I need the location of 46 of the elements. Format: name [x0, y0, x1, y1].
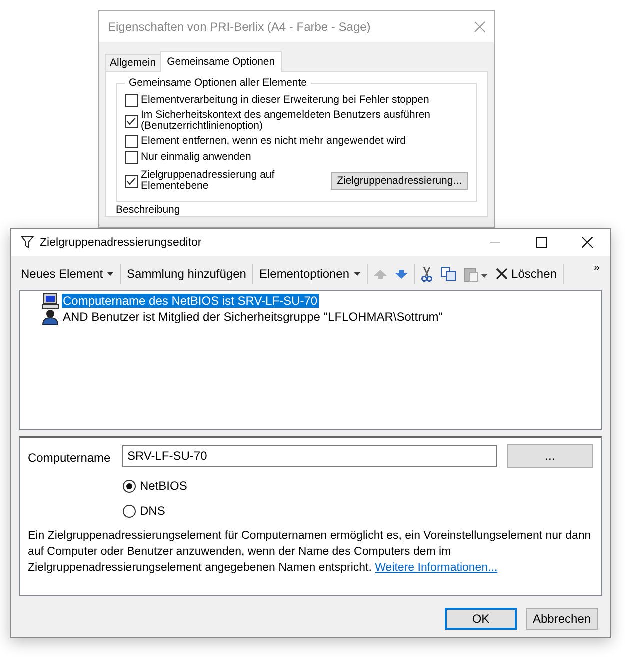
checkbox[interactable] — [125, 94, 138, 107]
scissors-icon[interactable] — [420, 266, 433, 282]
maximize-icon[interactable] — [536, 237, 546, 248]
checkbox-label: Element entfernen, wenn es nicht mehr angewendet wird — [141, 136, 406, 147]
tab[interactable]: Allgemein — [105, 54, 162, 71]
group-title: Gemeinsame Optionen aller Elemente — [128, 77, 308, 89]
checkbox[interactable] — [125, 114, 138, 128]
toolbar-button[interactable]: Sammlung hinzufügen — [123, 264, 250, 284]
description-text: Ein Zielgruppenadressierungselement für Computernamen ermöglicht es, ein Voreinstellungselement nur dann auf Computer oder Benutzer anzuwenden, wenn der Name des Computers dem im Zielgruppenadressierungselement angegebenen Namen entspricht. Weitere Informationen... — [28, 529, 592, 576]
computer-icon — [42, 293, 59, 309]
list-item[interactable]: AND Benutzer ist Mitglied der Sicherheitsgruppe "LFLOHMAR\Sottrum" — [62, 310, 444, 324]
overflow-button[interactable]: » — [588, 262, 606, 274]
radio-label: DNS — [140, 504, 166, 518]
radio-label: NetBIOS — [140, 479, 188, 493]
section-label: Beschreibung — [116, 204, 180, 216]
menu-button[interactable]: Elementoptionen — [255, 264, 365, 284]
list-item[interactable]: Computername des NetBIOS ist SRV-LF-SU-70 — [62, 294, 319, 308]
window-title: Eigenschaften von PRI-Berlix (A4 - Farbe - Sage) — [108, 20, 371, 34]
close-icon — [496, 268, 508, 280]
window-title: Zielgruppenadressierungseditor — [40, 236, 203, 248]
copy-icon[interactable] — [440, 267, 456, 281]
checkbox-label: Elementverarbeitung in dieser Erweiterung bei Fehler stoppen — [141, 95, 430, 106]
radio-button[interactable] — [123, 504, 136, 518]
user-icon — [42, 309, 59, 325]
caret-icon — [354, 272, 361, 276]
close-icon[interactable] — [582, 237, 592, 248]
down-arrow-icon[interactable] — [394, 270, 408, 278]
checkbox-label: Im Sicherheitskontext des angemeldeten Benutzers ausführen (Benutzerrichtlinienoption) — [141, 110, 432, 132]
menu-button[interactable]: Neues Element — [17, 264, 118, 284]
delete-button[interactable]: Löschen — [492, 264, 561, 284]
radio-button[interactable] — [123, 480, 136, 492]
checkbox-label: Nur einmalig anwenden — [141, 152, 252, 163]
checkbox[interactable] — [125, 135, 138, 148]
dialog-button[interactable]: Abbrechen — [526, 608, 598, 630]
checkbox[interactable] — [125, 174, 138, 188]
field-label: Computername — [28, 450, 112, 465]
input-field[interactable]: SRV-LF-SU-70 — [122, 445, 498, 467]
checkbox[interactable] — [125, 151, 138, 164]
tab[interactable]: Gemeinsame Optionen — [160, 51, 282, 72]
dialog-button[interactable]: OK — [445, 608, 517, 630]
more-info-link[interactable]: Weitere Informationen... — [375, 562, 498, 574]
browse-button[interactable]: ... — [507, 444, 593, 468]
targeting-button[interactable]: Zielgruppenadressierung... — [331, 172, 468, 190]
filter-icon — [21, 236, 34, 249]
checkbox-label: Zielgruppenadressierung auf Elementebene — [141, 170, 276, 192]
caret-icon — [107, 272, 114, 276]
